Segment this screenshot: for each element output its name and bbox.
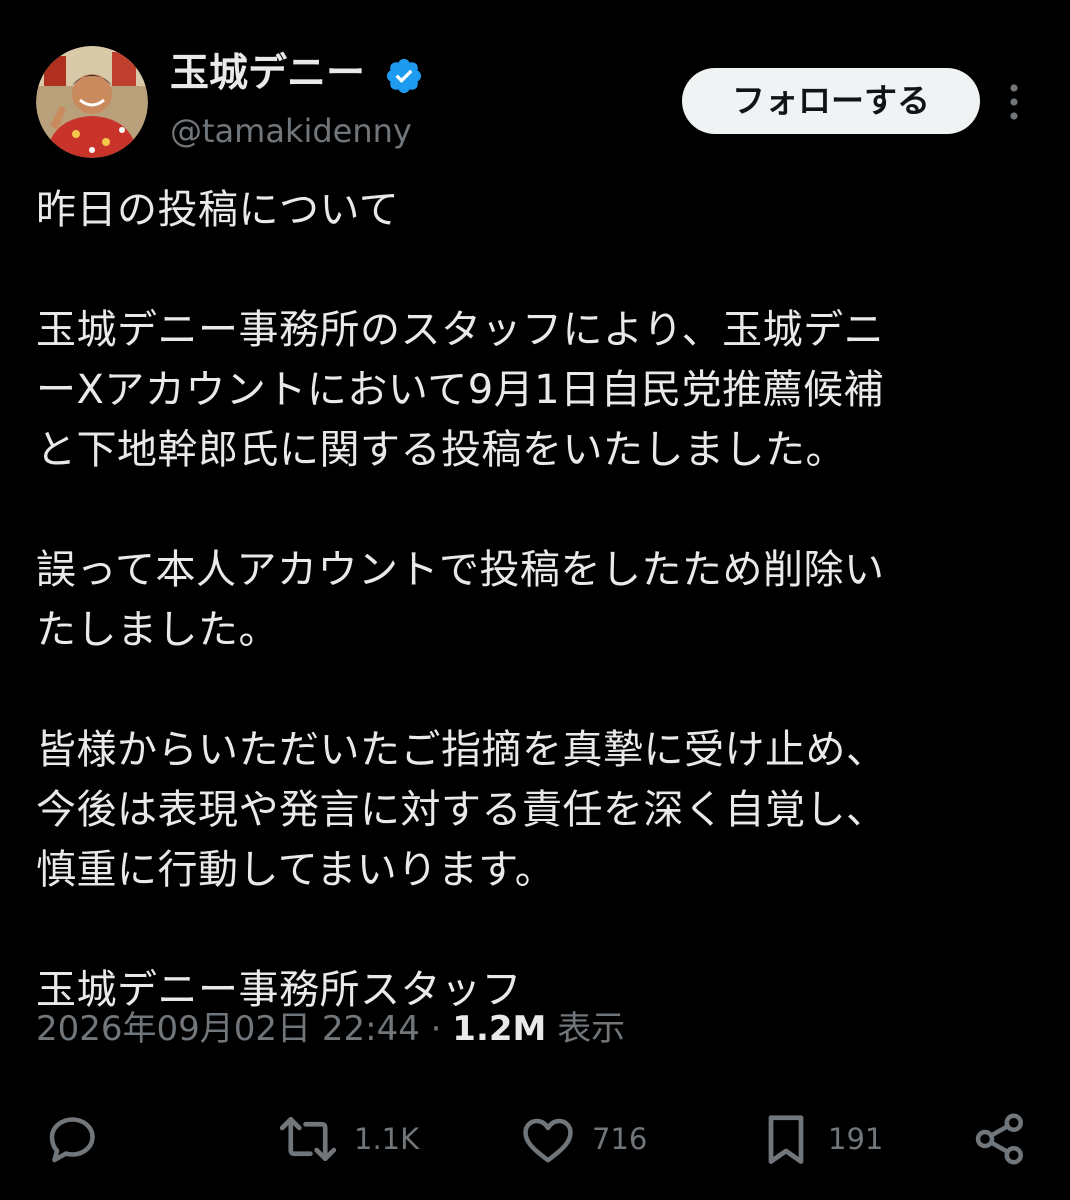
reply-button[interactable] (42, 1108, 102, 1170)
bookmark-icon (758, 1109, 814, 1169)
retweet-icon (276, 1109, 340, 1169)
like-button[interactable]: 716 (518, 1108, 647, 1170)
follow-button[interactable]: フォローする (682, 68, 980, 134)
timestamp[interactable]: 2026年09月02日 22:44 (36, 1009, 420, 1049)
user-handle[interactable]: @tamakidenny (170, 110, 412, 152)
reply-icon (42, 1109, 102, 1169)
bookmark-button[interactable]: 191 (758, 1108, 883, 1170)
retweet-count: 1.1K (354, 1122, 420, 1156)
avatar[interactable] (36, 46, 148, 158)
share-icon (970, 1109, 1030, 1169)
share-button[interactable] (970, 1108, 1030, 1170)
more-vertical-icon[interactable] (1000, 80, 1028, 124)
bookmark-count: 191 (828, 1122, 884, 1156)
tweet-text: 昨日の投稿について 玉城デニー事務所のスタッフにより、玉城デニ ーXアカウントに… (36, 187, 887, 1013)
display-name[interactable]: 玉城デニー (170, 50, 365, 98)
verified-badge-icon (384, 56, 424, 96)
like-count: 716 (592, 1122, 648, 1156)
heart-icon (518, 1109, 578, 1169)
views-count: 1.2M (452, 1009, 547, 1049)
tweet-meta: 2026年09月02日 22:44 · 1.2M 表示 (36, 1004, 625, 1054)
views-label: 表示 (557, 1009, 626, 1049)
meta-separator: · (430, 1009, 442, 1049)
retweet-button[interactable]: 1.1K (276, 1108, 419, 1170)
